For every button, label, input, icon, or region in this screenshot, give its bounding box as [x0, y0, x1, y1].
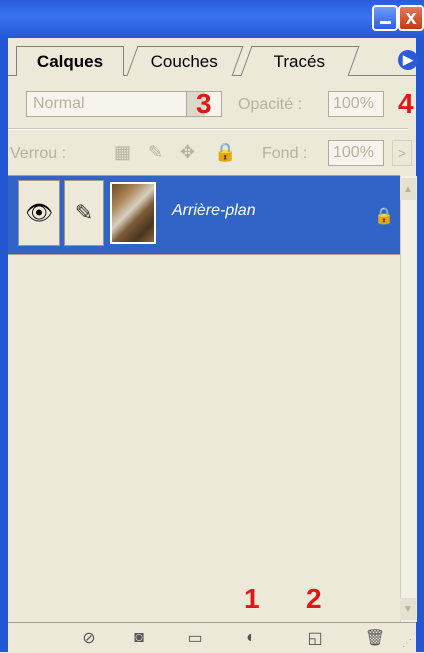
title-bar: [0, 0, 424, 38]
new-layer-icon[interactable]: ◱: [304, 627, 326, 649]
layer-edit-brush-icon[interactable]: ✎: [64, 180, 104, 246]
lock-all-padlock-icon[interactable]: 🔒: [214, 142, 236, 163]
annotation-4: 4: [398, 88, 414, 119]
window-border-right: [416, 38, 424, 652]
minimize-button[interactable]: [372, 5, 398, 31]
layer-name[interactable]: Arrière-plan: [172, 202, 256, 220]
scroll-up-arrow-icon[interactable]: ▲: [400, 178, 416, 200]
trash-icon[interactable]: 🗑: [364, 627, 386, 649]
layers-bottom-toolbar: [8, 622, 416, 653]
tab-traces-label: Tracés: [274, 51, 326, 71]
tab-calques[interactable]: Calques: [16, 46, 124, 76]
fill-label: Fond :: [262, 145, 308, 162]
scroll-down-arrow-icon[interactable]: ▼: [400, 598, 416, 620]
panel-menu-button[interactable]: ▶: [398, 50, 418, 70]
tab-couches[interactable]: Couches: [126, 46, 244, 76]
fill-slider-button[interactable]: >: [392, 140, 412, 166]
lock-image-brush-icon[interactable]: ✎: [148, 142, 163, 163]
minimize-icon: [379, 20, 391, 24]
adjustment-layer-icon[interactable]: ◐: [240, 627, 262, 649]
annotation-2: 2: [306, 583, 322, 614]
lock-position-move-icon[interactable]: ✥: [180, 142, 195, 163]
annotation-1: 1: [244, 583, 260, 614]
layer-mask-icon[interactable]: ◙: [128, 627, 150, 649]
layers-scrollbar[interactable]: [400, 176, 417, 622]
visibility-eye-icon[interactable]: 👁: [18, 180, 60, 246]
lock-transparency-icon[interactable]: ▦: [114, 142, 131, 163]
opacity-field[interactable]: 100%: [328, 91, 384, 117]
fill-field[interactable]: 100%: [328, 140, 384, 166]
link-layers-icon[interactable]: ⊘: [78, 627, 100, 649]
resize-grip[interactable]: ⋰: [402, 638, 412, 649]
divider-highlight: [8, 129, 408, 130]
tab-traces[interactable]: Tracés: [240, 46, 360, 76]
layer-locked-padlock-icon: 🔒: [374, 208, 394, 225]
layer-thumbnail[interactable]: [110, 182, 156, 244]
lock-label: Verrou :: [10, 145, 67, 162]
new-group-folder-icon[interactable]: ▭: [184, 627, 206, 649]
window-border-left: [0, 38, 8, 652]
tab-couches-label: Couches: [151, 51, 219, 71]
opacity-label: Opacité :: [238, 96, 303, 113]
annotation-3: 3: [196, 88, 212, 119]
close-button[interactable]: x: [398, 5, 424, 31]
